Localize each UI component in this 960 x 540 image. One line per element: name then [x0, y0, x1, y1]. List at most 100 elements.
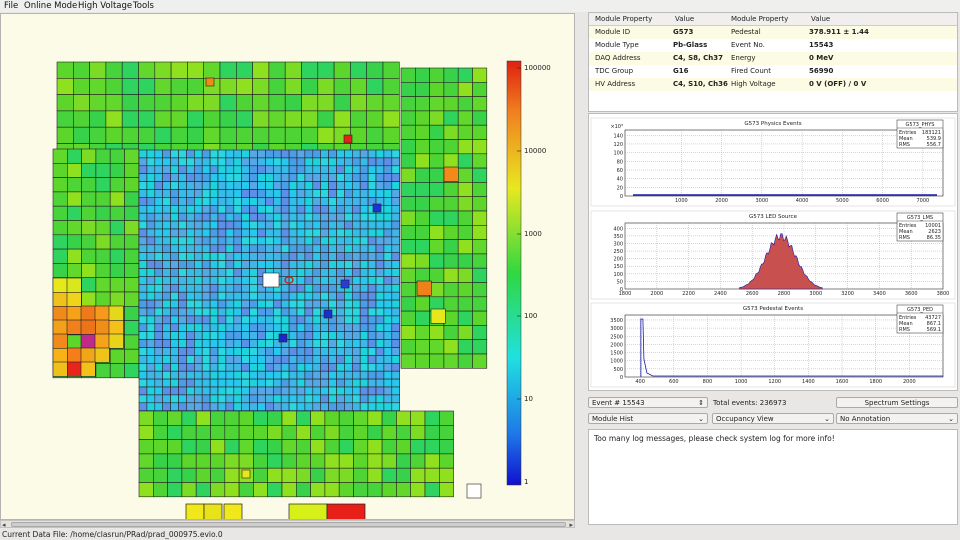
- module-cell[interactable]: [288, 299, 298, 309]
- module-cell[interactable]: [80, 319, 96, 335]
- module-cell[interactable]: [52, 205, 68, 221]
- module-cell[interactable]: [154, 378, 164, 388]
- module-cell[interactable]: [317, 110, 335, 128]
- module-cell[interactable]: [162, 149, 171, 159]
- module-cell[interactable]: [396, 424, 411, 440]
- module-cell[interactable]: [249, 197, 258, 206]
- module-cell[interactable]: [367, 252, 377, 261]
- module-cell[interactable]: [400, 124, 416, 140]
- module-cell[interactable]: [186, 252, 195, 261]
- module-cell[interactable]: [201, 197, 211, 206]
- module-cell[interactable]: [359, 331, 369, 340]
- module-cell[interactable]: [249, 291, 258, 301]
- module-cell[interactable]: [138, 165, 148, 175]
- scintillator-box[interactable]: [203, 503, 223, 520]
- module-cell[interactable]: [301, 110, 319, 128]
- module-cell[interactable]: [233, 181, 243, 190]
- module-cell[interactable]: [375, 252, 385, 261]
- module-cell[interactable]: [170, 149, 179, 159]
- module-cell[interactable]: [320, 331, 329, 340]
- module-cell[interactable]: [383, 283, 393, 293]
- module-cell[interactable]: [312, 157, 321, 167]
- module-cell[interactable]: [170, 181, 179, 190]
- module-cell[interactable]: [272, 205, 282, 214]
- module-cell[interactable]: [320, 291, 329, 301]
- module-cell[interactable]: [296, 394, 306, 404]
- module-cell[interactable]: [424, 453, 440, 469]
- module-cell[interactable]: [304, 220, 314, 230]
- module-cell[interactable]: [272, 244, 282, 254]
- module-cell[interactable]: [109, 277, 125, 293]
- module-cell[interactable]: [336, 339, 345, 348]
- module-cell[interactable]: [320, 205, 329, 214]
- module-cell[interactable]: [194, 331, 203, 340]
- module-cell[interactable]: [146, 149, 156, 159]
- module-cell[interactable]: [186, 228, 195, 238]
- module-cell[interactable]: [375, 236, 385, 246]
- module-cell[interactable]: [124, 234, 140, 250]
- module-cell[interactable]: [328, 386, 337, 396]
- module-cell[interactable]: [209, 252, 219, 261]
- module-cell[interactable]: [344, 212, 353, 222]
- module-cell[interactable]: [288, 323, 298, 332]
- module-cell[interactable]: [241, 260, 250, 269]
- module-cell[interactable]: [94, 319, 110, 335]
- module-cell[interactable]: [265, 157, 274, 167]
- module-cell[interactable]: [296, 283, 306, 293]
- module-cell[interactable]: [154, 362, 164, 372]
- module-cell[interactable]: [443, 139, 459, 155]
- menu-high-voltage[interactable]: High Voltage: [78, 1, 132, 11]
- module-cell[interactable]: [457, 325, 473, 340]
- module-cell[interactable]: [336, 331, 345, 340]
- module-cell[interactable]: [138, 252, 148, 261]
- module-cell[interactable]: [52, 305, 68, 321]
- module-cell[interactable]: [249, 283, 258, 293]
- module-cell[interactable]: [267, 410, 283, 426]
- module-cell[interactable]: [146, 315, 156, 325]
- module-cell[interactable]: [265, 244, 274, 254]
- module-cell[interactable]: [372, 203, 382, 213]
- module-cell[interactable]: [391, 173, 400, 182]
- module-cell[interactable]: [367, 212, 377, 222]
- module-cell[interactable]: [280, 236, 290, 246]
- module-cell[interactable]: [288, 394, 298, 404]
- module-cell[interactable]: [154, 173, 164, 182]
- module-cell[interactable]: [233, 291, 243, 301]
- module-cell[interactable]: [443, 210, 459, 226]
- module-cell[interactable]: [233, 173, 243, 182]
- module-cell[interactable]: [350, 78, 367, 95]
- module-cell[interactable]: [162, 331, 171, 340]
- module-cell[interactable]: [162, 291, 171, 301]
- module-cell[interactable]: [304, 299, 314, 309]
- module-cell[interactable]: [312, 362, 321, 372]
- module-cell[interactable]: [233, 299, 243, 309]
- module-cell[interactable]: [375, 394, 385, 404]
- module-cell[interactable]: [381, 467, 397, 483]
- module-cell[interactable]: [201, 386, 211, 396]
- module-cell[interactable]: [443, 110, 459, 126]
- module-cell[interactable]: [195, 453, 211, 469]
- module-cell[interactable]: [201, 347, 211, 356]
- module-cell[interactable]: [328, 299, 337, 309]
- module-cell[interactable]: [201, 212, 211, 222]
- module-cell[interactable]: [146, 291, 156, 301]
- module-cell[interactable]: [366, 78, 384, 95]
- module-cell[interactable]: [288, 165, 298, 175]
- module-cell[interactable]: [288, 283, 298, 293]
- module-cell[interactable]: [268, 94, 286, 112]
- module-cell[interactable]: [170, 339, 179, 348]
- module-cell[interactable]: [312, 386, 321, 396]
- module-cell[interactable]: [312, 252, 321, 261]
- module-cell[interactable]: [201, 394, 211, 404]
- module-cell[interactable]: [146, 268, 156, 277]
- module-cell[interactable]: [336, 307, 345, 317]
- module-cell[interactable]: [146, 362, 156, 372]
- module-cell[interactable]: [81, 277, 97, 293]
- module-cell[interactable]: [67, 163, 82, 178]
- module-cell[interactable]: [225, 236, 235, 246]
- module-cell[interactable]: [288, 197, 298, 206]
- module-cell[interactable]: [312, 228, 321, 238]
- module-cell[interactable]: [52, 263, 68, 278]
- module-cell[interactable]: [181, 410, 197, 426]
- module-cell[interactable]: [304, 268, 314, 277]
